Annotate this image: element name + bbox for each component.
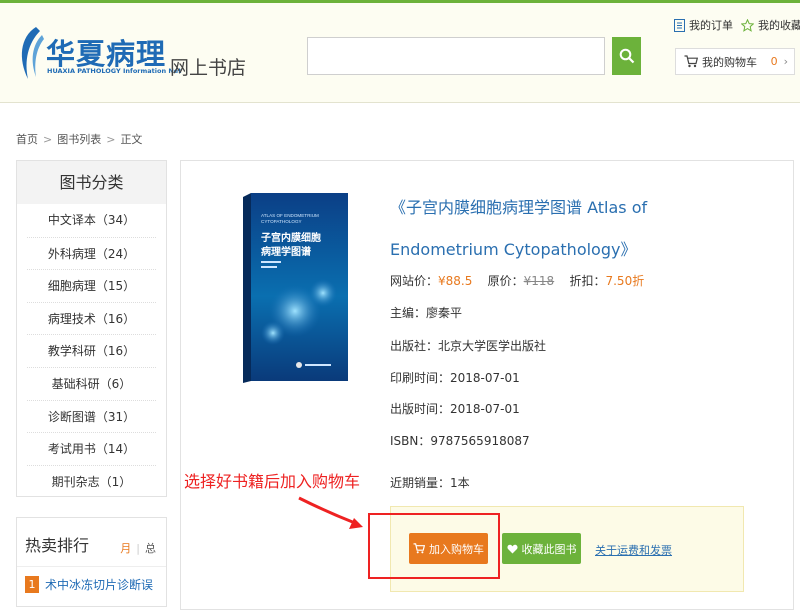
breadcrumb: 首页 > 图书列表 > 正文 [16,131,142,147]
hot-sellers-panel: 热卖排行 月 | 总 1 术中冰冻切片诊断误 [16,517,167,607]
recent-sales-value: 1本 [450,476,470,490]
cover-en-title: ATLAS OF ENDOMETRIUM [261,213,319,218]
discount-value: 7.50折 [605,274,645,288]
cover-cn-title: 子宫内膜细胞 [261,231,321,244]
add-favorite-label: 收藏此图书 [521,542,577,556]
annotation-arrow-icon [298,496,363,529]
category-item[interactable]: 期刊杂志（1） [27,464,156,498]
book-cover-image[interactable]: ATLAS OF ENDOMETRIUM CYTOPATHOLOGY 子宫内膜细… [243,193,348,383]
logo-mark-icon [21,27,44,79]
my-orders-link[interactable]: 我的订单 [674,17,733,33]
hot-sellers-title: 热卖排行 [25,536,90,555]
store-name: 网上书店 [170,57,247,79]
price-site-label: 网站价： [390,274,439,288]
logo-subtext: HUAXIA PATHOLOGY Information Net [47,67,182,75]
hot-book-link[interactable]: 术中冰冻切片诊断误 [45,576,153,593]
publish-date-row: 出版时间：2018-07-01 [390,400,520,417]
category-sidebar: 图书分类 中文译本（34） 外科病理（24） 细胞病理（15） 病理技术（16）… [16,160,167,497]
recent-sales-row: 近期销量：1本 [390,474,470,491]
category-item[interactable]: 外科病理（24） [27,236,156,270]
heart-icon [506,544,518,554]
cart-icon [684,55,698,68]
print-date-label: 印刷时间： [390,371,451,385]
category-item[interactable]: 教学科研（16） [27,334,156,367]
discount-label: 折扣： [569,274,606,288]
tab-divider: | [136,542,140,555]
cart-count: 0 [770,55,778,68]
category-item[interactable]: 细胞病理（15） [27,269,156,302]
isbn-value: 9787565918087 [430,434,530,448]
category-item[interactable]: 考试用书（14） [27,432,156,465]
search-button[interactable] [612,37,641,75]
book-title: 《子宫内膜细胞病理学图谱 Atlas of Endometrium Cytopa… [390,198,648,259]
my-favorites-link[interactable]: 我的收藏 [741,17,800,33]
price-row: 网站价：¥88.5 原价：¥118 折扣：7.50折 [390,272,644,289]
editor-row: 主编：廖秦平 [390,304,462,321]
price-original-label: 原价： [487,274,524,288]
cover-en-title: CYTOPATHOLOGY [261,219,302,224]
breadcrumb-separator: > [43,133,53,146]
chevron-right-icon: › [783,55,788,68]
price-site-value: ¥88.5 [438,274,473,288]
site-header: 华夏病理 HUAXIA PATHOLOGY Information Net 网上… [0,0,800,103]
editor-label: 主编： [390,306,427,320]
isbn-label: ISBN： [390,434,431,448]
cover-cn-title: 病理学图谱 [261,245,311,258]
my-cart-button[interactable]: 我的购物车 0 › [675,48,795,75]
category-item[interactable]: 基础科研（6） [27,366,156,400]
editor-value: 廖秦平 [426,306,463,320]
cart-icon [413,543,425,554]
price-original-value: ¥118 [523,274,555,288]
print-date-value: 2018-07-01 [450,371,520,385]
category-item[interactable]: 病理技术（16） [27,301,156,335]
publisher-row: 出版社：北京大学医学出版社 [390,337,546,354]
rank-badge: 1 [25,576,39,593]
print-date-row: 印刷时间：2018-07-01 [390,369,520,386]
order-list-icon [674,18,685,32]
search-input[interactable] [307,37,605,75]
shipping-invoice-link[interactable]: 关于运费和发票 [595,542,672,558]
breadcrumb-home[interactable]: 首页 [16,133,38,146]
star-icon [741,18,754,32]
breadcrumb-separator: > [106,133,116,146]
breadcrumb-current: 正文 [120,133,143,146]
tab-monthly[interactable]: 月 [120,542,131,555]
hot-sellers-tabs: 月 | 总 [120,540,156,556]
add-to-cart-label: 加入购物车 [429,542,484,556]
add-favorite-button[interactable]: 收藏此图书 [502,533,581,564]
publisher-value: 北京大学医学出版社 [438,339,547,353]
category-item[interactable]: 诊断图谱（31） [27,399,156,433]
add-to-cart-button[interactable]: 加入购物车 [409,533,488,564]
publish-date-value: 2018-07-01 [450,402,520,416]
my-orders-label: 我的订单 [689,19,733,32]
category-title: 图书分类 [17,161,166,204]
publish-date-label: 出版时间： [390,402,451,416]
publisher-label: 出版社： [390,339,439,353]
category-item[interactable]: 中文译本（34） [27,204,156,237]
breadcrumb-book-list[interactable]: 图书列表 [57,133,101,146]
my-favorites-label: 我的收藏 [758,19,800,32]
recent-sales-label: 近期销量： [390,476,451,490]
divider [17,566,166,567]
my-cart-label: 我的购物车 [702,55,757,69]
annotation-text: 选择好书籍后加入购物车 [184,472,361,491]
isbn-row: ISBN：9787565918087 [390,432,530,449]
search-icon [619,48,634,64]
tab-total[interactable]: 总 [145,542,156,555]
